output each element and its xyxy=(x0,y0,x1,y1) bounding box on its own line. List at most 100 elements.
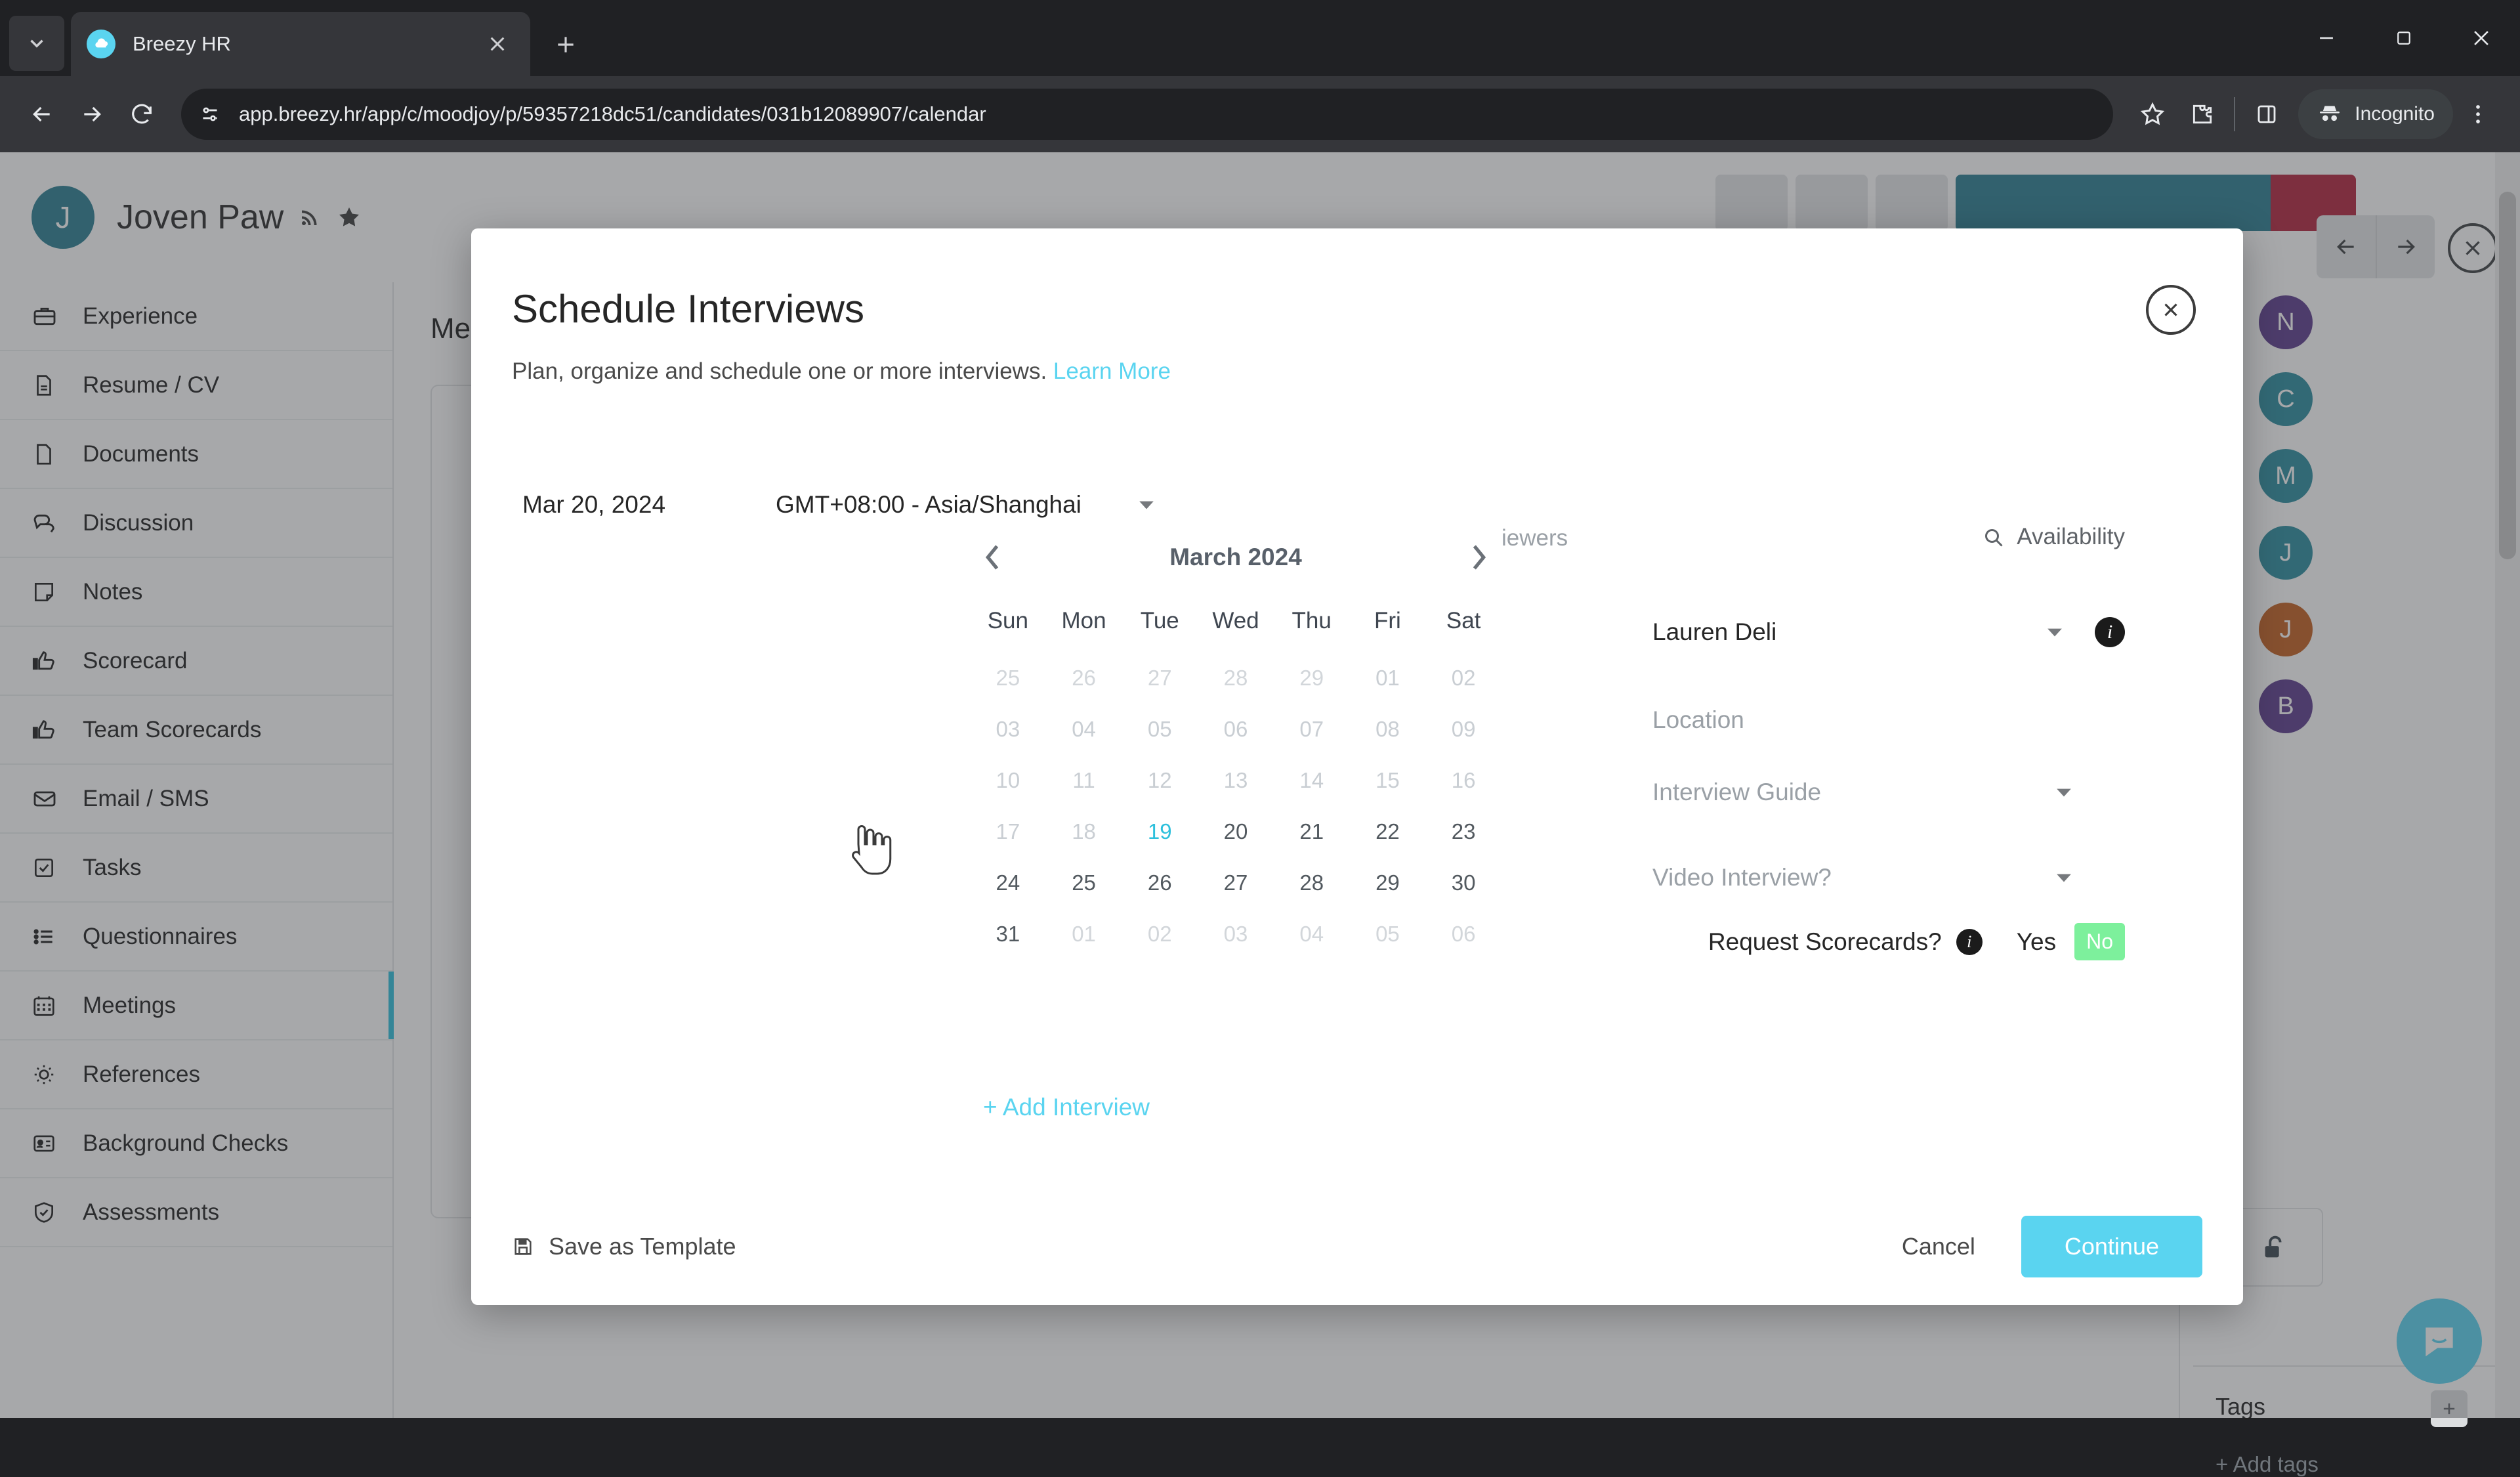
calendar-day[interactable]: 09 xyxy=(1425,704,1502,755)
calendar-day[interactable]: 14 xyxy=(1274,755,1350,806)
modal-body: Mar 20, 2024 GMT+08:00 - Asia/Shanghai i… xyxy=(471,411,2243,1188)
info-icon[interactable]: i xyxy=(2095,617,2125,647)
caret-down-icon[interactable] xyxy=(2046,622,2063,643)
scorecards-yes-option[interactable]: Yes xyxy=(2017,928,2056,956)
new-tab-button[interactable] xyxy=(549,28,583,62)
side-panel-icon xyxy=(2255,102,2278,126)
add-tags-link[interactable]: + Add tags xyxy=(2216,1452,2485,1477)
calendar-day[interactable]: 25 xyxy=(1046,857,1122,909)
calendar-day[interactable]: 01 xyxy=(1350,653,1426,704)
calendar-grid: Sun Mon Tue Wed Thu Fri Sat 25 26 27 28 … xyxy=(970,599,1502,960)
calendar-day[interactable]: 26 xyxy=(1122,857,1198,909)
modal-close-button[interactable] xyxy=(2146,285,2196,335)
calendar-day[interactable]: 01 xyxy=(1046,909,1122,960)
browser-tab[interactable]: Breezy HR xyxy=(71,12,530,76)
timezone-field[interactable]: GMT+08:00 - Asia/Shanghai xyxy=(776,491,1082,519)
incognito-indicator[interactable]: Incognito xyxy=(2298,89,2453,139)
calendar-next-month-button[interactable] xyxy=(1456,534,1502,580)
interviewer-value[interactable]: Lauren Deli xyxy=(1652,618,2033,646)
calendar-day[interactable]: 06 xyxy=(1198,704,1274,755)
calendar-day[interactable]: 25 xyxy=(970,653,1046,704)
calendar-day[interactable]: 27 xyxy=(1122,653,1198,704)
caret-down-icon[interactable] xyxy=(2055,782,2072,803)
save-as-template-label: Save as Template xyxy=(549,1233,736,1260)
mouse-cursor xyxy=(849,823,894,882)
learn-more-link[interactable]: Learn More xyxy=(1053,358,1171,384)
date-field[interactable]: Mar 20, 2024 xyxy=(522,491,665,519)
calendar-day[interactable]: 21 xyxy=(1274,806,1350,857)
calendar-day[interactable]: 24 xyxy=(970,857,1046,909)
add-interview-button[interactable]: + Add Interview xyxy=(983,1094,1150,1121)
tab-strip: Breezy HR xyxy=(0,0,2520,76)
calendar-day[interactable]: 29 xyxy=(1350,857,1426,909)
window-controls xyxy=(2288,0,2520,76)
schedule-interviews-modal: Schedule Interviews Plan, organize and s… xyxy=(471,228,2243,1305)
calendar-day[interactable]: 10 xyxy=(970,755,1046,806)
calendar-day[interactable]: 27 xyxy=(1198,857,1274,909)
info-icon[interactable]: i xyxy=(1956,929,1983,955)
video-interview-select[interactable]: Video Interview? xyxy=(1652,864,2042,891)
calendar-day-header: Thu xyxy=(1274,599,1350,653)
interview-guide-select[interactable]: Interview Guide xyxy=(1652,779,2042,806)
calendar-day[interactable]: 28 xyxy=(1198,653,1274,704)
calendar-day[interactable]: 03 xyxy=(970,704,1046,755)
calendar-day[interactable]: 12 xyxy=(1122,755,1198,806)
reload-icon xyxy=(129,101,155,127)
calendar-day[interactable]: 28 xyxy=(1274,857,1350,909)
modal-subtitle: Plan, organize and schedule one or more … xyxy=(512,358,1171,385)
calendar-day[interactable]: 02 xyxy=(1425,653,1502,704)
calendar-day[interactable]: 13 xyxy=(1198,755,1274,806)
breezy-cloud-icon xyxy=(87,30,116,58)
chrome-menu-button[interactable] xyxy=(2453,89,2503,139)
caret-down-icon[interactable] xyxy=(1138,495,1155,515)
calendar-day-header: Fri xyxy=(1350,599,1426,653)
side-panel-button[interactable] xyxy=(2242,89,2292,139)
calendar-day[interactable]: 02 xyxy=(1122,909,1198,960)
cancel-button[interactable]: Cancel xyxy=(1902,1233,1975,1260)
calendar-day[interactable]: 31 xyxy=(970,909,1046,960)
bookmark-button[interactable] xyxy=(2128,89,2177,139)
address-bar[interactable]: app.breezy.hr/app/c/moodjoy/p/59357218dc… xyxy=(181,89,2113,140)
tab-close-button[interactable] xyxy=(480,27,514,61)
calendar-day[interactable]: 15 xyxy=(1350,755,1426,806)
calendar-day[interactable]: 11 xyxy=(1046,755,1122,806)
tune-icon[interactable] xyxy=(198,102,222,126)
calendar-day[interactable]: 23 xyxy=(1425,806,1502,857)
calendar-day[interactable]: 05 xyxy=(1350,909,1426,960)
calendar-day[interactable]: 08 xyxy=(1350,704,1426,755)
calendar-day[interactable]: 16 xyxy=(1425,755,1502,806)
window-close-button[interactable] xyxy=(2443,0,2520,76)
calendar-day[interactable]: 06 xyxy=(1425,909,1502,960)
calendar-day[interactable]: 18 xyxy=(1046,806,1122,857)
calendar-day[interactable]: 29 xyxy=(1274,653,1350,704)
calendar-day-header: Wed xyxy=(1198,599,1274,653)
caret-down-icon[interactable] xyxy=(2055,868,2072,888)
calendar-day-today[interactable]: 19 xyxy=(1122,806,1198,857)
maximize-button[interactable] xyxy=(2365,0,2443,76)
calendar-day[interactable]: 04 xyxy=(1046,704,1122,755)
extensions-button[interactable] xyxy=(2177,89,2227,139)
calendar-day[interactable]: 20 xyxy=(1198,806,1274,857)
minimize-button[interactable] xyxy=(2288,0,2365,76)
calendar-day[interactable]: 22 xyxy=(1350,806,1426,857)
location-input[interactable]: Location xyxy=(1652,706,2125,734)
calendar-day[interactable]: 30 xyxy=(1425,857,1502,909)
tab-search-button[interactable] xyxy=(9,16,64,71)
calendar-prev-month-button[interactable] xyxy=(970,534,1016,580)
save-as-template-button[interactable]: Save as Template xyxy=(512,1233,736,1260)
puzzle-icon xyxy=(2190,102,2215,127)
reload-button[interactable] xyxy=(117,89,167,139)
calendar-day[interactable]: 05 xyxy=(1122,704,1198,755)
back-button[interactable] xyxy=(17,89,67,139)
scorecards-no-option[interactable]: No xyxy=(2074,923,2125,960)
calendar-day[interactable]: 07 xyxy=(1274,704,1350,755)
calendar-day-header: Sat xyxy=(1425,599,1502,653)
continue-button[interactable]: Continue xyxy=(2021,1216,2202,1277)
calendar-day[interactable]: 04 xyxy=(1274,909,1350,960)
forward-button[interactable] xyxy=(67,89,117,139)
calendar-day[interactable]: 03 xyxy=(1198,909,1274,960)
calendar-day[interactable]: 17 xyxy=(970,806,1046,857)
availability-button[interactable]: Availability xyxy=(1981,524,2125,550)
calendar-day[interactable]: 26 xyxy=(1046,653,1122,704)
modal-title: Schedule Interviews xyxy=(512,286,864,332)
